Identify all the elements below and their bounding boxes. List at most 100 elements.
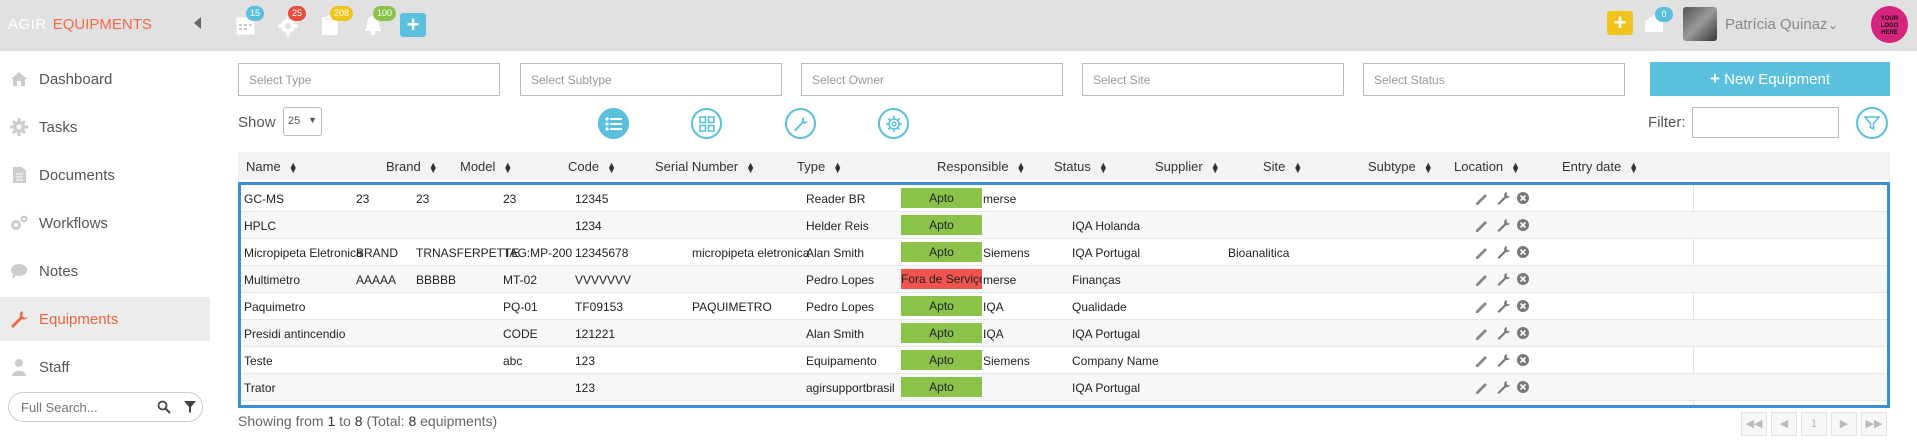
status-select[interactable]: Select Status bbox=[1363, 63, 1625, 96]
delete-icon[interactable] bbox=[1516, 245, 1530, 259]
previous-page-button[interactable]: ◀ bbox=[1771, 412, 1797, 436]
sidebar-item-label: Workflows bbox=[39, 214, 108, 232]
cell-name: Teste bbox=[244, 354, 273, 368]
sidebar-item-label: Notes bbox=[39, 262, 79, 280]
edit-icon[interactable] bbox=[1474, 191, 1488, 205]
sidebar-item-documents[interactable]: Documents bbox=[0, 153, 210, 197]
column-header-responsible[interactable]: Responsible ▲ ▼ bbox=[937, 159, 1025, 174]
owner-select[interactable]: Select Owner bbox=[801, 63, 1063, 96]
sidebar-item-tasks[interactable]: Tasks bbox=[0, 105, 210, 149]
delete-icon[interactable] bbox=[1516, 299, 1530, 313]
sidebar-item-notes[interactable]: Notes bbox=[0, 249, 210, 293]
column-header-site[interactable]: Site ▲ ▼ bbox=[1263, 159, 1302, 174]
column-header-entry-date[interactable]: Entry date ▲ ▼ bbox=[1562, 159, 1638, 174]
add-task-button[interactable]: + bbox=[1607, 11, 1633, 35]
subtype-select[interactable]: Select Subtype bbox=[520, 63, 782, 96]
site-select[interactable]: Select Site bbox=[1082, 63, 1344, 96]
settings-view-button[interactable] bbox=[878, 108, 909, 139]
new-equipment-button[interactable]: + New Equipment bbox=[1650, 62, 1890, 96]
column-header-location[interactable]: Location ▲ ▼ bbox=[1454, 159, 1520, 174]
sort-icon: ▲ ▼ bbox=[833, 159, 843, 175]
sidebar-collapse-icon[interactable] bbox=[194, 17, 201, 29]
delete-icon[interactable] bbox=[1516, 380, 1530, 394]
table-row[interactable]: Micropipeta Eletronica BRAND TRNASFERPETTE… bbox=[241, 239, 1887, 266]
column-header-model[interactable]: Model ▲ ▼ bbox=[460, 159, 512, 174]
column-header-supplier[interactable]: Supplier ▲ ▼ bbox=[1155, 159, 1220, 174]
edit-icon[interactable] bbox=[1474, 299, 1488, 313]
delete-icon[interactable] bbox=[1516, 353, 1530, 367]
edit-icon[interactable] bbox=[1474, 326, 1488, 340]
list-view-button[interactable] bbox=[598, 108, 629, 139]
column-header-subtype[interactable]: Subtype ▲ ▼ bbox=[1368, 159, 1433, 174]
table-row[interactable]: Trator 123 agirsupportbrasil IQA Portugal Ap… bbox=[241, 374, 1887, 401]
table-header: Name ▲ ▼ Brand ▲ ▼ Model ▲ ▼ Code ▲ ▼ Serial Num… bbox=[238, 152, 1890, 180]
cell-type: PAQUIMETRO bbox=[692, 300, 772, 314]
advanced-filter-button[interactable] bbox=[1856, 107, 1888, 139]
column-header-brand[interactable]: Brand ▲ ▼ bbox=[386, 159, 438, 174]
current-page-button[interactable]: 1 bbox=[1801, 412, 1827, 436]
wrench-icon[interactable] bbox=[1496, 353, 1510, 367]
search-icon[interactable] bbox=[157, 400, 171, 414]
wrench-icon[interactable] bbox=[1496, 272, 1510, 286]
table-row[interactable]: Paquimetro PQ-01 TF09153 PAQUIMETRO Pedro Lo… bbox=[241, 293, 1887, 320]
sort-icon: ▲ ▼ bbox=[1629, 159, 1639, 175]
first-page-button[interactable]: ◀◀ bbox=[1741, 412, 1767, 436]
gear-icon[interactable]: 25 bbox=[277, 6, 307, 37]
wrench-icon[interactable] bbox=[1496, 299, 1510, 313]
cell-brand: BRAND bbox=[356, 246, 399, 260]
cell-responsible: Pedro Lopes bbox=[806, 300, 875, 314]
chevron-down-icon[interactable]: ⌄ bbox=[1828, 18, 1838, 32]
filter-input[interactable] bbox=[1692, 107, 1839, 138]
cell-brand: AAAAA bbox=[356, 273, 397, 287]
wrench-icon[interactable] bbox=[1496, 326, 1510, 340]
edit-icon[interactable] bbox=[1474, 218, 1488, 232]
table-row[interactable]: Teste abc 123 Equipamento Siemens Company Nam… bbox=[241, 347, 1887, 374]
next-page-button[interactable]: ▶ bbox=[1831, 412, 1857, 436]
delete-icon[interactable] bbox=[1516, 272, 1530, 286]
delete-icon[interactable] bbox=[1516, 218, 1530, 232]
column-header-name[interactable]: Name ▲ ▼ bbox=[246, 159, 298, 174]
edit-icon[interactable] bbox=[1474, 245, 1488, 259]
messages-badge: 0 bbox=[1655, 7, 1673, 22]
last-page-button[interactable]: ▶▶ bbox=[1861, 412, 1887, 436]
sidebar-item-equipments[interactable]: Equipments bbox=[0, 297, 210, 341]
app-brand[interactable]: AGIR EQUIPMENTS bbox=[8, 16, 152, 33]
column-header-type[interactable]: Type ▲ ▼ bbox=[797, 159, 842, 174]
sidebar-item-staff[interactable]: Staff bbox=[0, 345, 210, 389]
full-search-input[interactable] bbox=[21, 399, 151, 415]
table-row[interactable]: Multimetro AAAAA BBBBB MT-02 VVVVVVV Pedro Lo… bbox=[241, 266, 1887, 293]
delete-icon[interactable] bbox=[1516, 326, 1530, 340]
full-search-box bbox=[8, 392, 203, 422]
bell-icon[interactable]: 100 bbox=[362, 6, 397, 37]
cell-responsible: Helder Reis bbox=[806, 219, 869, 233]
edit-icon[interactable] bbox=[1474, 353, 1488, 367]
sidebar: Dashboard Tasks Documents Workflows Note… bbox=[0, 51, 210, 447]
sidebar-item-dashboard[interactable]: Dashboard bbox=[0, 57, 210, 101]
wrench-icon[interactable] bbox=[1496, 380, 1510, 394]
calendar-icon[interactable]: 15 bbox=[235, 6, 265, 37]
page-size-select[interactable]: 25 ▼ bbox=[283, 107, 322, 136]
quick-add-button[interactable]: + bbox=[400, 13, 426, 37]
column-header-status[interactable]: Status ▲ ▼ bbox=[1054, 159, 1108, 174]
wrench-icon[interactable] bbox=[1496, 218, 1510, 232]
type-select[interactable]: Select Type bbox=[238, 63, 500, 96]
maintenance-view-button[interactable] bbox=[785, 108, 816, 139]
column-header-code[interactable]: Code ▲ ▼ bbox=[568, 159, 616, 174]
sidebar-item-workflows[interactable]: Workflows bbox=[0, 201, 210, 245]
filter-icon[interactable] bbox=[183, 400, 197, 414]
table-row[interactable]: GC-MS 23 23 23 12345 Reader BR merse Apto bbox=[241, 185, 1887, 212]
cell-serial: 121221 bbox=[575, 327, 616, 341]
messages-icon[interactable]: 0 bbox=[1643, 7, 1673, 37]
table-row[interactable]: Presidi antincendio CODE 121221 Alan Smith I… bbox=[241, 320, 1887, 347]
table-row[interactable]: HPLC 1234 Helder Reis IQA Holanda Apto bbox=[241, 212, 1887, 239]
clipboard-icon[interactable]: 208 bbox=[319, 6, 354, 37]
wrench-icon[interactable] bbox=[1496, 245, 1510, 259]
edit-icon[interactable] bbox=[1474, 380, 1488, 394]
wrench-icon[interactable] bbox=[1496, 191, 1510, 205]
user-name[interactable]: Patrícia Quinaz bbox=[1725, 16, 1828, 33]
delete-icon[interactable] bbox=[1516, 191, 1530, 205]
grid-view-button[interactable] bbox=[691, 108, 722, 139]
edit-icon[interactable] bbox=[1474, 272, 1488, 286]
avatar[interactable] bbox=[1683, 7, 1717, 41]
column-header-serial-number[interactable]: Serial Number ▲ ▼ bbox=[655, 159, 755, 174]
